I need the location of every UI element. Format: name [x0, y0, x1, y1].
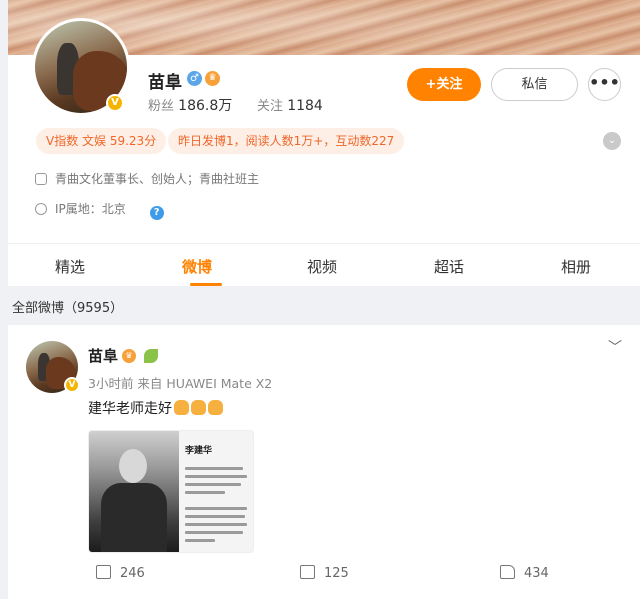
expand-chevron-icon[interactable]: ⌄ — [603, 132, 621, 150]
all-posts-title: 全部微博（9595） — [12, 301, 124, 316]
tab-supertopic[interactable]: 超话 — [434, 256, 464, 277]
post-menu-chevron-icon[interactable]: ﹀ — [608, 337, 622, 357]
post-crown-icon: ♛ — [122, 349, 136, 363]
crown-badge-icon: ♛ — [205, 71, 220, 86]
like-icon — [500, 565, 515, 579]
post-card: V 苗阜 ♛ 3小时前 来自 HUAWEI Mate X2 ﹀ 建华老师走好 李… — [8, 325, 640, 599]
like-action[interactable]: 434 — [500, 565, 549, 581]
v-index-tag[interactable]: V指数 文娱 59.23分 — [36, 128, 167, 154]
image-caption-title: 李建华 — [185, 446, 213, 456]
activity-tag[interactable]: 昨日发博1，阅读人数1万+，互动数227 — [168, 128, 405, 154]
comment-action[interactable]: 125 — [300, 565, 349, 581]
info-row-description: 青曲文化董事长、创始人；青曲社班主 — [35, 170, 259, 187]
tab-album[interactable]: 相册 — [561, 256, 591, 277]
profile-stats: 粉丝 186.8万 关注 1184 — [148, 95, 323, 115]
help-icon[interactable]: ? — [149, 206, 164, 220]
tab-weibo[interactable]: 微博 — [182, 256, 212, 277]
tab-video[interactable]: 视频 — [307, 256, 337, 277]
info-row-ip: IP属地：北京 ? — [35, 200, 164, 220]
post-text: 建华老师走好 — [88, 398, 223, 418]
post-verified-badge-icon: V — [64, 377, 80, 393]
message-button[interactable]: 私信 — [491, 68, 578, 101]
post-meta: 3小时前 来自 HUAWEI Mate X2 — [88, 376, 273, 391]
verified-badge-icon: V — [106, 94, 124, 112]
gender-male-icon: ♂ — [187, 71, 202, 86]
pray-emoji-icon — [208, 400, 223, 415]
profile-name: 苗阜 — [148, 73, 182, 93]
share-action[interactable]: 246 — [96, 565, 145, 581]
followers-count[interactable]: 186.8万 — [178, 98, 232, 114]
more-options-button[interactable]: ••• — [588, 68, 621, 101]
following-count[interactable]: 1184 — [287, 98, 323, 114]
post-image[interactable]: 李建华 — [88, 430, 254, 553]
pray-emoji-icon — [191, 400, 206, 415]
profile-tabs: 精选 微博 视频 超话 相册 — [8, 243, 640, 286]
follow-button[interactable]: +关注 — [407, 68, 481, 101]
post-leaf-badge-icon — [144, 349, 158, 363]
post-author-name[interactable]: 苗阜 — [88, 345, 118, 366]
pray-emoji-icon — [174, 400, 189, 415]
followers-label: 粉丝 — [148, 99, 175, 114]
share-icon — [96, 565, 111, 579]
shield-icon — [35, 173, 47, 185]
active-tab-indicator — [190, 283, 222, 286]
following-label: 关注 — [257, 99, 284, 114]
tab-featured[interactable]: 精选 — [55, 256, 85, 277]
location-icon — [35, 203, 47, 215]
comment-icon — [300, 565, 315, 579]
